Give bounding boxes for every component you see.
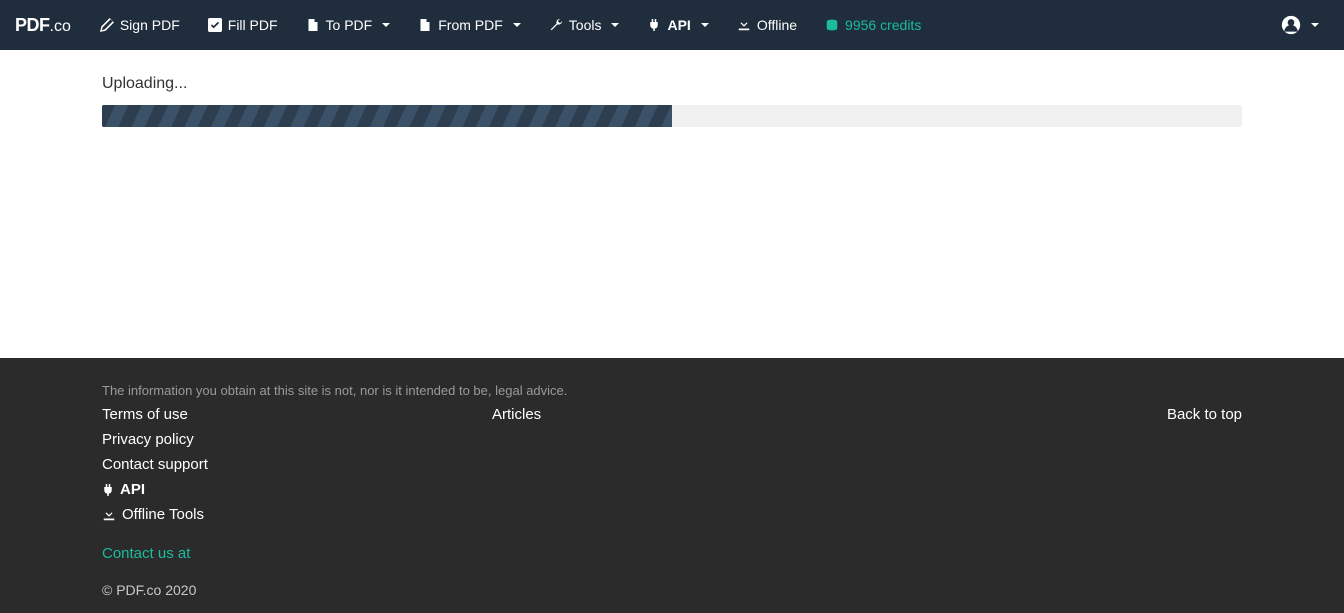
brand-co: .co bbox=[50, 18, 71, 36]
nav-tools-label: Tools bbox=[569, 17, 602, 33]
footer-link-articles[interactable]: Articles bbox=[492, 404, 1167, 425]
plug-icon bbox=[102, 483, 114, 497]
nav-offline[interactable]: Offline bbox=[723, 3, 811, 47]
download-icon bbox=[737, 18, 751, 32]
brand-logo[interactable]: PDF.co bbox=[15, 15, 71, 36]
file-icon bbox=[306, 18, 320, 32]
nav-from-label: From PDF bbox=[438, 17, 503, 33]
file-icon bbox=[418, 18, 432, 32]
brand-pdf: PDF bbox=[15, 15, 50, 36]
footer-col-left: Terms of use Privacy policy Contact supp… bbox=[102, 404, 492, 525]
nav-to-pdf[interactable]: To PDF bbox=[292, 3, 405, 47]
footer-link-terms[interactable]: Terms of use bbox=[102, 404, 492, 425]
footer-copyright: © PDF.co 2020 bbox=[102, 582, 1242, 598]
upload-progress-bar bbox=[102, 105, 672, 127]
caret-down-icon bbox=[701, 23, 709, 27]
footer-link-support[interactable]: Contact support bbox=[102, 454, 492, 475]
nav-from-pdf[interactable]: From PDF bbox=[404, 3, 535, 47]
navbar: PDF.co Sign PDF Fill PDF To PDF bbox=[0, 0, 1344, 50]
upload-progress bbox=[102, 105, 1242, 127]
coins-icon bbox=[825, 18, 839, 32]
nav-api[interactable]: API bbox=[633, 3, 722, 47]
footer-link-offline-label: Offline Tools bbox=[122, 504, 204, 525]
nav-credits[interactable]: 9956 credits bbox=[811, 3, 935, 47]
footer: The information you obtain at this site … bbox=[0, 358, 1344, 613]
nav-offline-label: Offline bbox=[757, 17, 797, 33]
nav-to-label: To PDF bbox=[326, 17, 373, 33]
download-icon bbox=[102, 508, 116, 522]
nav-fill-label: Fill PDF bbox=[228, 17, 278, 33]
footer-link-offline[interactable]: Offline Tools bbox=[102, 504, 492, 525]
caret-down-icon bbox=[382, 23, 390, 27]
check-square-icon bbox=[208, 18, 222, 32]
user-circle-icon bbox=[1281, 15, 1301, 35]
upload-status-text: Uploading... bbox=[102, 75, 1242, 93]
footer-link-backtop[interactable]: Back to top bbox=[1167, 404, 1242, 425]
footer-link-api[interactable]: API bbox=[102, 479, 492, 500]
footer-col-mid: Articles bbox=[492, 404, 1167, 425]
caret-down-icon bbox=[513, 23, 521, 27]
footer-disclaimer: The information you obtain at this site … bbox=[102, 383, 1242, 398]
nav-items: Sign PDF Fill PDF To PDF From PDF bbox=[86, 3, 935, 47]
caret-down-icon bbox=[1311, 23, 1319, 27]
main-content: Uploading... bbox=[0, 50, 1344, 358]
wrench-icon bbox=[549, 18, 563, 32]
plug-icon bbox=[647, 18, 661, 32]
nav-tools[interactable]: Tools bbox=[535, 3, 634, 47]
nav-fill-pdf[interactable]: Fill PDF bbox=[194, 3, 292, 47]
nav-credits-label: 9956 credits bbox=[845, 17, 921, 33]
footer-col-right: Back to top bbox=[1167, 404, 1242, 425]
pencil-icon bbox=[100, 18, 114, 32]
nav-api-label: API bbox=[667, 17, 690, 33]
account-menu[interactable] bbox=[1271, 5, 1329, 45]
nav-sign-pdf[interactable]: Sign PDF bbox=[86, 3, 194, 47]
footer-contact[interactable]: Contact us at bbox=[102, 545, 1242, 562]
footer-link-api-label: API bbox=[120, 479, 145, 500]
caret-down-icon bbox=[611, 23, 619, 27]
footer-link-privacy[interactable]: Privacy policy bbox=[102, 429, 492, 450]
nav-sign-label: Sign PDF bbox=[120, 17, 180, 33]
